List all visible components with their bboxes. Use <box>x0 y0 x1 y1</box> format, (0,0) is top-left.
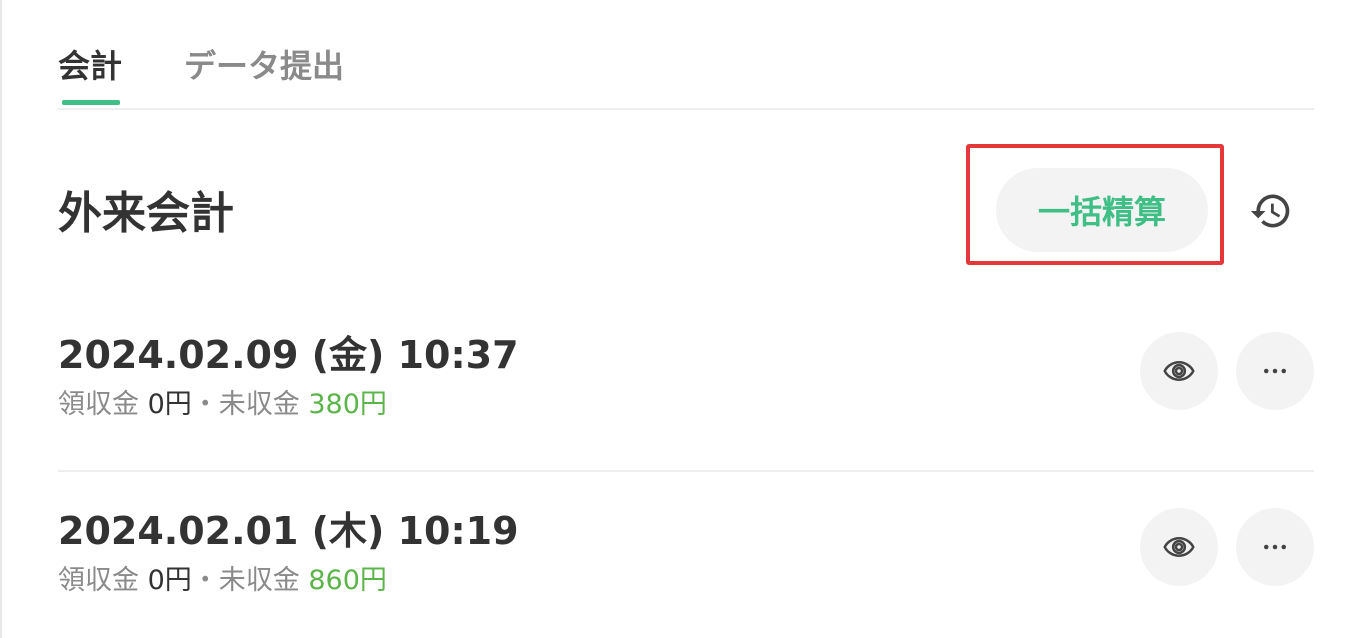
separator: ・ <box>191 389 219 420</box>
list-item: 2024.02.09 (金) 10:37 領収金 0円・未収金 380円 <box>58 320 1314 472</box>
unpaid-label: 未収金 <box>218 565 300 596</box>
page-title: 外来会計 <box>58 188 234 239</box>
more-horizontal-icon <box>1264 544 1286 550</box>
payment-summary: 領収金 0円・未収金 860円 <box>58 564 387 598</box>
more-horizontal-icon <box>1264 368 1286 374</box>
received-value: 0円 <box>147 389 192 420</box>
eye-icon <box>1163 361 1195 381</box>
active-tab-indicator <box>62 100 120 105</box>
bulk-settlement-button[interactable]: 一括精算 <box>996 168 1208 252</box>
panel-left-border <box>0 0 2 638</box>
tab-bar: 会計 データ提出 <box>58 38 1314 110</box>
history-button[interactable] <box>1244 184 1298 238</box>
view-button[interactable] <box>1140 508 1218 586</box>
more-options-button[interactable] <box>1236 332 1314 410</box>
visit-datetime: 2024.02.09 (金) 10:37 <box>58 333 519 377</box>
unpaid-label: 未収金 <box>218 389 300 420</box>
view-button[interactable] <box>1140 332 1218 410</box>
unpaid-value: 860円 <box>308 565 387 596</box>
tab-data-submission[interactable]: データ提出 <box>184 46 344 86</box>
unpaid-value: 380円 <box>308 389 387 420</box>
payment-summary: 領収金 0円・未収金 380円 <box>58 388 387 422</box>
list-item: 2024.02.01 (木) 10:19 領収金 0円・未収金 860円 <box>58 496 1314 638</box>
tab-accounting[interactable]: 会計 <box>58 46 122 86</box>
more-options-button[interactable] <box>1236 508 1314 586</box>
received-label: 領収金 <box>58 389 139 420</box>
visit-datetime: 2024.02.01 (木) 10:19 <box>58 509 519 553</box>
history-icon <box>1250 194 1290 228</box>
received-label: 領収金 <box>58 565 139 596</box>
separator: ・ <box>191 565 219 596</box>
received-value: 0円 <box>147 565 192 596</box>
accounting-panel: 会計 データ提出 外来会計 一括精算 2024.02.09 (金) 10:37 … <box>0 0 1368 638</box>
eye-icon <box>1163 537 1195 557</box>
